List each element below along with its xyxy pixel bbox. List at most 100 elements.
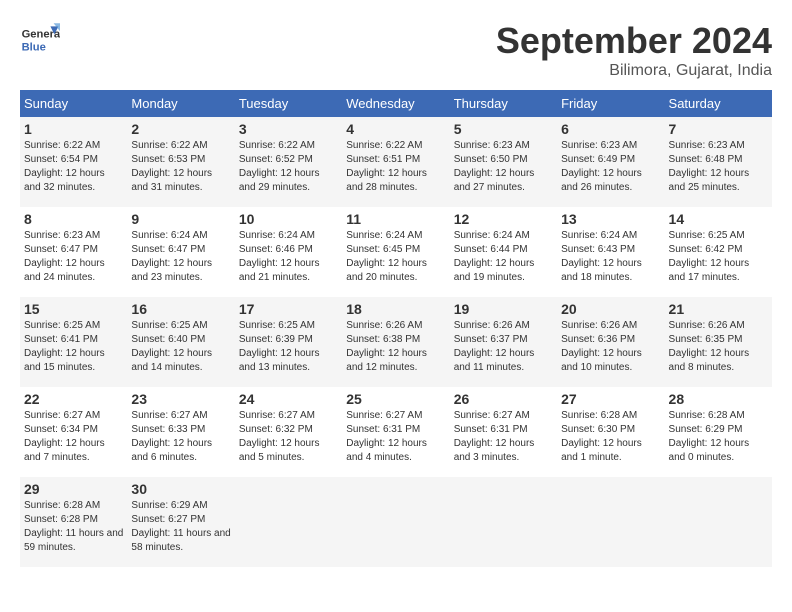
day-number: 24 bbox=[239, 391, 338, 407]
day-info: Sunrise: 6:26 AMSunset: 6:36 PMDaylight:… bbox=[561, 319, 660, 375]
day-info: Sunrise: 6:23 AMSunset: 6:48 PMDaylight:… bbox=[669, 139, 768, 195]
day-info: Sunrise: 6:29 AMSunset: 6:27 PMDaylight:… bbox=[131, 499, 230, 555]
day-info: Sunrise: 6:27 AMSunset: 6:34 PMDaylight:… bbox=[24, 409, 123, 465]
day-info: Sunrise: 6:28 AMSunset: 6:29 PMDaylight:… bbox=[669, 409, 768, 465]
day-number: 26 bbox=[454, 391, 553, 407]
weekday-header: Wednesday bbox=[342, 90, 449, 117]
calendar-cell: 2 Sunrise: 6:22 AMSunset: 6:53 PMDayligh… bbox=[127, 117, 234, 207]
calendar-cell: 29 Sunrise: 6:28 AMSunset: 6:28 PMDaylig… bbox=[20, 477, 127, 567]
weekday-header: Monday bbox=[127, 90, 234, 117]
calendar-cell: 20 Sunrise: 6:26 AMSunset: 6:36 PMDaylig… bbox=[557, 297, 664, 387]
day-number: 6 bbox=[561, 121, 660, 137]
day-info: Sunrise: 6:25 AMSunset: 6:41 PMDaylight:… bbox=[24, 319, 123, 375]
day-info: Sunrise: 6:28 AMSunset: 6:28 PMDaylight:… bbox=[24, 499, 123, 555]
weekday-header: Friday bbox=[557, 90, 664, 117]
day-number: 16 bbox=[131, 301, 230, 317]
day-info: Sunrise: 6:23 AMSunset: 6:47 PMDaylight:… bbox=[24, 229, 123, 285]
svg-text:Blue: Blue bbox=[22, 41, 46, 53]
calendar-cell: 25 Sunrise: 6:27 AMSunset: 6:31 PMDaylig… bbox=[342, 387, 449, 477]
calendar-week-row: 22 Sunrise: 6:27 AMSunset: 6:34 PMDaylig… bbox=[20, 387, 772, 477]
day-info: Sunrise: 6:24 AMSunset: 6:44 PMDaylight:… bbox=[454, 229, 553, 285]
day-info: Sunrise: 6:24 AMSunset: 6:47 PMDaylight:… bbox=[131, 229, 230, 285]
calendar-cell: 14 Sunrise: 6:25 AMSunset: 6:42 PMDaylig… bbox=[665, 207, 772, 297]
title-block: September 2024 Bilimora, Gujarat, India bbox=[496, 20, 772, 80]
day-number: 4 bbox=[346, 121, 445, 137]
calendar-cell: 22 Sunrise: 6:27 AMSunset: 6:34 PMDaylig… bbox=[20, 387, 127, 477]
calendar-week-row: 1 Sunrise: 6:22 AMSunset: 6:54 PMDayligh… bbox=[20, 117, 772, 207]
day-info: Sunrise: 6:26 AMSunset: 6:38 PMDaylight:… bbox=[346, 319, 445, 375]
calendar-cell: 26 Sunrise: 6:27 AMSunset: 6:31 PMDaylig… bbox=[450, 387, 557, 477]
day-info: Sunrise: 6:27 AMSunset: 6:31 PMDaylight:… bbox=[454, 409, 553, 465]
day-number: 3 bbox=[239, 121, 338, 137]
day-number: 27 bbox=[561, 391, 660, 407]
day-number: 28 bbox=[669, 391, 768, 407]
page-header: General Blue September 2024 Bilimora, Gu… bbox=[20, 20, 772, 80]
weekday-header: Sunday bbox=[20, 90, 127, 117]
location: Bilimora, Gujarat, India bbox=[496, 62, 772, 80]
calendar-cell: 8 Sunrise: 6:23 AMSunset: 6:47 PMDayligh… bbox=[20, 207, 127, 297]
weekday-header: Tuesday bbox=[235, 90, 342, 117]
weekday-header: Saturday bbox=[665, 90, 772, 117]
day-info: Sunrise: 6:25 AMSunset: 6:40 PMDaylight:… bbox=[131, 319, 230, 375]
day-number: 5 bbox=[454, 121, 553, 137]
day-number: 14 bbox=[669, 211, 768, 227]
calendar-cell: 9 Sunrise: 6:24 AMSunset: 6:47 PMDayligh… bbox=[127, 207, 234, 297]
calendar-cell: 18 Sunrise: 6:26 AMSunset: 6:38 PMDaylig… bbox=[342, 297, 449, 387]
calendar-cell: 5 Sunrise: 6:23 AMSunset: 6:50 PMDayligh… bbox=[450, 117, 557, 207]
calendar-cell: 19 Sunrise: 6:26 AMSunset: 6:37 PMDaylig… bbox=[450, 297, 557, 387]
calendar-cell: 17 Sunrise: 6:25 AMSunset: 6:39 PMDaylig… bbox=[235, 297, 342, 387]
calendar-cell: 21 Sunrise: 6:26 AMSunset: 6:35 PMDaylig… bbox=[665, 297, 772, 387]
calendar-cell: 12 Sunrise: 6:24 AMSunset: 6:44 PMDaylig… bbox=[450, 207, 557, 297]
calendar-cell: 24 Sunrise: 6:27 AMSunset: 6:32 PMDaylig… bbox=[235, 387, 342, 477]
day-number: 2 bbox=[131, 121, 230, 137]
day-info: Sunrise: 6:27 AMSunset: 6:32 PMDaylight:… bbox=[239, 409, 338, 465]
calendar-cell: 30 Sunrise: 6:29 AMSunset: 6:27 PMDaylig… bbox=[127, 477, 234, 567]
day-number: 15 bbox=[24, 301, 123, 317]
day-number: 22 bbox=[24, 391, 123, 407]
day-info: Sunrise: 6:23 AMSunset: 6:49 PMDaylight:… bbox=[561, 139, 660, 195]
calendar-cell: 6 Sunrise: 6:23 AMSunset: 6:49 PMDayligh… bbox=[557, 117, 664, 207]
calendar-cell: 7 Sunrise: 6:23 AMSunset: 6:48 PMDayligh… bbox=[665, 117, 772, 207]
calendar-cell: 28 Sunrise: 6:28 AMSunset: 6:29 PMDaylig… bbox=[665, 387, 772, 477]
day-info: Sunrise: 6:27 AMSunset: 6:31 PMDaylight:… bbox=[346, 409, 445, 465]
day-number: 8 bbox=[24, 211, 123, 227]
day-number: 7 bbox=[669, 121, 768, 137]
day-number: 19 bbox=[454, 301, 553, 317]
day-number: 9 bbox=[131, 211, 230, 227]
day-info: Sunrise: 6:23 AMSunset: 6:50 PMDaylight:… bbox=[454, 139, 553, 195]
day-info: Sunrise: 6:24 AMSunset: 6:46 PMDaylight:… bbox=[239, 229, 338, 285]
day-number: 23 bbox=[131, 391, 230, 407]
calendar-cell: 15 Sunrise: 6:25 AMSunset: 6:41 PMDaylig… bbox=[20, 297, 127, 387]
day-number: 10 bbox=[239, 211, 338, 227]
day-info: Sunrise: 6:22 AMSunset: 6:53 PMDaylight:… bbox=[131, 139, 230, 195]
month-title: September 2024 bbox=[496, 20, 772, 62]
logo: General Blue bbox=[20, 20, 66, 60]
day-number: 18 bbox=[346, 301, 445, 317]
calendar-cell: 4 Sunrise: 6:22 AMSunset: 6:51 PMDayligh… bbox=[342, 117, 449, 207]
day-number: 30 bbox=[131, 481, 230, 497]
calendar-week-row: 15 Sunrise: 6:25 AMSunset: 6:41 PMDaylig… bbox=[20, 297, 772, 387]
calendar-table: SundayMondayTuesdayWednesdayThursdayFrid… bbox=[20, 90, 772, 567]
day-number: 1 bbox=[24, 121, 123, 137]
day-info: Sunrise: 6:25 AMSunset: 6:39 PMDaylight:… bbox=[239, 319, 338, 375]
day-number: 21 bbox=[669, 301, 768, 317]
day-number: 20 bbox=[561, 301, 660, 317]
weekday-header: Thursday bbox=[450, 90, 557, 117]
day-info: Sunrise: 6:22 AMSunset: 6:54 PMDaylight:… bbox=[24, 139, 123, 195]
day-info: Sunrise: 6:24 AMSunset: 6:45 PMDaylight:… bbox=[346, 229, 445, 285]
calendar-week-row: 29 Sunrise: 6:28 AMSunset: 6:28 PMDaylig… bbox=[20, 477, 772, 567]
day-number: 25 bbox=[346, 391, 445, 407]
calendar-cell: 10 Sunrise: 6:24 AMSunset: 6:46 PMDaylig… bbox=[235, 207, 342, 297]
calendar-cell: 27 Sunrise: 6:28 AMSunset: 6:30 PMDaylig… bbox=[557, 387, 664, 477]
day-info: Sunrise: 6:26 AMSunset: 6:35 PMDaylight:… bbox=[669, 319, 768, 375]
calendar-week-row: 8 Sunrise: 6:23 AMSunset: 6:47 PMDayligh… bbox=[20, 207, 772, 297]
calendar-cell bbox=[450, 477, 557, 567]
day-number: 13 bbox=[561, 211, 660, 227]
day-number: 12 bbox=[454, 211, 553, 227]
calendar-cell: 1 Sunrise: 6:22 AMSunset: 6:54 PMDayligh… bbox=[20, 117, 127, 207]
weekday-header-row: SundayMondayTuesdayWednesdayThursdayFrid… bbox=[20, 90, 772, 117]
day-number: 17 bbox=[239, 301, 338, 317]
calendar-cell: 13 Sunrise: 6:24 AMSunset: 6:43 PMDaylig… bbox=[557, 207, 664, 297]
day-info: Sunrise: 6:26 AMSunset: 6:37 PMDaylight:… bbox=[454, 319, 553, 375]
day-info: Sunrise: 6:22 AMSunset: 6:52 PMDaylight:… bbox=[239, 139, 338, 195]
